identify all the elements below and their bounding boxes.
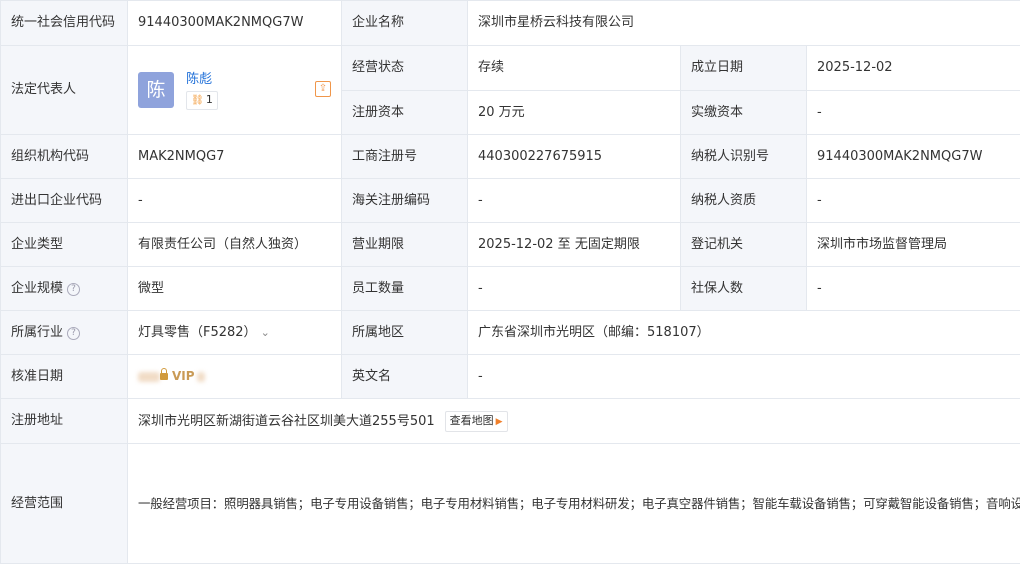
english-name-value: - bbox=[466, 354, 1020, 399]
status-label: 经营状态 bbox=[341, 45, 468, 91]
chevron-down-icon[interactable]: ⌄ bbox=[261, 326, 270, 339]
industry-label: 所属行业? bbox=[0, 310, 128, 355]
business-scope-label: 经营范围 bbox=[0, 443, 128, 564]
credit-code-label: 统一社会信用代码 bbox=[0, 0, 128, 46]
insured-count-value: - bbox=[805, 266, 1020, 311]
legal-rep-cell: ⇪ 陈 陈彪 ⛓ 1 bbox=[127, 45, 342, 135]
region-value: 广东省深圳市光明区（邮编：518107） bbox=[466, 310, 1020, 355]
industry-label-text: 所属行业 bbox=[11, 324, 64, 340]
customs-code-value: - bbox=[467, 178, 681, 223]
industry-value[interactable]: 灯具零售（F5282） ⌄ bbox=[127, 310, 342, 355]
taxpayer-qual-value: - bbox=[805, 178, 1020, 223]
company-name-value: 深圳市星桥云科技有限公司 bbox=[466, 0, 1020, 46]
address-value: 深圳市光明区新湖街道云谷社区圳美大道255号501 查看地图 ▶ bbox=[126, 398, 1020, 444]
industry-value-text: 灯具零售（F5282） bbox=[138, 324, 257, 340]
help-icon[interactable]: ? bbox=[67, 282, 81, 296]
org-code-value: MAK2NMQG7 bbox=[127, 134, 342, 179]
reg-number-value: 440300227675915 bbox=[467, 134, 681, 179]
taxpayer-id-label: 纳税人识别号 bbox=[680, 134, 807, 179]
avatar: 陈 bbox=[138, 72, 174, 108]
address-text: 深圳市光明区新湖街道云谷社区圳美大道255号501 bbox=[138, 413, 435, 429]
address-label: 注册地址 bbox=[0, 398, 128, 444]
registration-authority-value: 深圳市市场监督管理局 bbox=[805, 222, 1020, 267]
legal-rep-label: 法定代表人 bbox=[0, 45, 128, 135]
arrow-right-icon: ▶ bbox=[495, 416, 503, 427]
english-name-label: 英文名 bbox=[341, 354, 468, 399]
approval-date-label: 核准日期 bbox=[0, 354, 128, 399]
blurred-value bbox=[138, 371, 160, 382]
approval-date-value[interactable]: VIP bbox=[127, 354, 342, 399]
paid-capital-value: - bbox=[805, 90, 1020, 135]
reg-capital-label: 注册资本 bbox=[341, 90, 468, 135]
company-size-label-text: 企业规模 bbox=[11, 280, 64, 296]
reg-number-label: 工商注册号 bbox=[341, 134, 468, 179]
established-value: 2025-12-02 bbox=[805, 45, 1020, 91]
credit-code-value: 91440300MAK2NMQG7W bbox=[127, 0, 342, 46]
company-type-value: 有限责任公司（自然人独资） bbox=[127, 222, 342, 267]
share-icon[interactable]: ⇪ bbox=[315, 80, 331, 97]
blurred-value bbox=[196, 371, 205, 382]
paid-capital-label: 实缴资本 bbox=[680, 90, 807, 135]
related-count: 1 bbox=[205, 92, 213, 106]
insured-count-label: 社保人数 bbox=[680, 266, 807, 311]
employee-count-label: 员工数量 bbox=[341, 266, 468, 311]
registration-authority-label: 登记机关 bbox=[680, 222, 807, 267]
company-type-label: 企业类型 bbox=[0, 222, 128, 267]
company-size-label: 企业规模? bbox=[0, 266, 128, 311]
legal-rep-name-link[interactable]: 陈彪 bbox=[186, 71, 218, 89]
company-size-value: 微型 bbox=[127, 266, 342, 311]
taxpayer-qual-label: 纳税人资质 bbox=[680, 178, 807, 223]
import-export-value: - bbox=[127, 178, 342, 223]
employee-count-value: - bbox=[467, 266, 681, 311]
status-value: 存续 bbox=[467, 45, 681, 91]
vip-badge[interactable]: VIP bbox=[172, 369, 195, 383]
relation-icon: ⛓ bbox=[191, 94, 204, 106]
company-name-label: 企业名称 bbox=[341, 0, 468, 46]
related-count-badge[interactable]: ⛓ 1 bbox=[186, 90, 218, 110]
business-term-label: 营业期限 bbox=[341, 222, 468, 267]
customs-code-label: 海关注册编码 bbox=[341, 178, 468, 223]
view-map-label: 查看地图 bbox=[449, 413, 494, 427]
org-code-label: 组织机构代码 bbox=[0, 134, 128, 179]
taxpayer-id-value: 91440300MAK2NMQG7W bbox=[805, 134, 1020, 179]
business-info-table: 统一社会信用代码 91440300MAK2NMQG7W 企业名称 深圳市星桥云科… bbox=[0, 0, 1020, 564]
import-export-label: 进出口企业代码 bbox=[0, 178, 128, 223]
business-term-value: 2025-12-02 至 无固定期限 bbox=[467, 222, 681, 267]
business-scope-value: 一般经营项目：照明器具销售；电子专用设备销售；电子专用材料销售；电子专用材料研发… bbox=[126, 443, 1020, 564]
region-label: 所属地区 bbox=[341, 310, 468, 355]
established-label: 成立日期 bbox=[680, 45, 807, 91]
view-map-button[interactable]: 查看地图 ▶ bbox=[444, 410, 508, 432]
reg-capital-value: 20 万元 bbox=[467, 90, 681, 135]
help-icon[interactable]: ? bbox=[67, 326, 81, 340]
lock-icon bbox=[160, 368, 168, 380]
